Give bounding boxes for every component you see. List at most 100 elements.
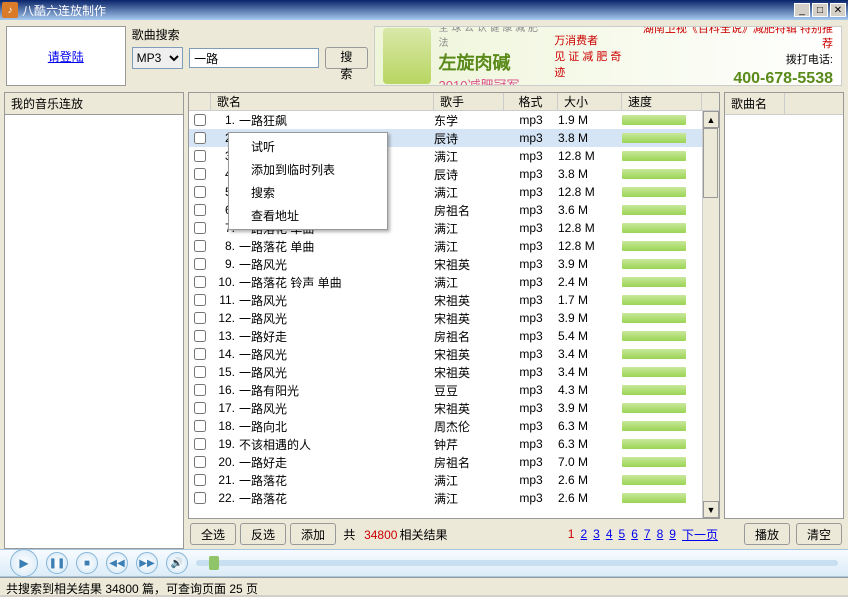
context-menu-item[interactable]: 添加到临时列表 (231, 158, 385, 181)
col-singer[interactable]: 歌手 (434, 93, 504, 110)
seek-slider[interactable] (196, 560, 838, 566)
row-checkbox[interactable] (194, 222, 206, 234)
vertical-scrollbar[interactable]: ▲ ▼ (702, 111, 719, 518)
col-name[interactable]: 歌名 (211, 93, 434, 110)
table-row[interactable]: 1.一路狂飙东学mp31.9 M (189, 111, 702, 129)
next-icon[interactable]: ▶▶ (136, 552, 158, 574)
table-row[interactable]: 13.一路好走房祖名mp35.4 M (189, 327, 702, 345)
row-checkbox[interactable] (194, 258, 206, 270)
table-row[interactable]: 9.一路风光宋祖英mp33.9 M (189, 255, 702, 273)
ad-banner[interactable]: 全 球 公 认 健 康 减 肥 法 左旋肉碱 2010减肥冠军 万消费者 见 证… (374, 26, 842, 86)
page-link[interactable]: 5 (619, 527, 626, 541)
table-row[interactable]: 21.一路落花满江mp32.6 M (189, 471, 702, 489)
row-checkbox[interactable] (194, 366, 206, 378)
speed-bar (622, 295, 686, 305)
stop-icon[interactable]: ■ (76, 552, 98, 574)
table-row[interactable]: 8.一路落花 单曲满江mp312.8 M (189, 237, 702, 255)
player-bar: ▶ ❚❚ ■ ◀◀ ▶▶ 🔊 (0, 549, 848, 577)
next-page-link[interactable]: 下一页 (682, 526, 718, 543)
row-checkbox[interactable] (194, 420, 206, 432)
table-row[interactable]: 18.一路向北周杰伦mp36.3 M (189, 417, 702, 435)
window-controls: _ □ ✕ (794, 3, 846, 17)
page-link[interactable]: 8 (657, 527, 664, 541)
table-row[interactable]: 12.一路风光宋祖英mp33.9 M (189, 309, 702, 327)
select-all-button[interactable]: 全选 (190, 523, 236, 545)
row-checkbox[interactable] (194, 276, 206, 288)
row-checkbox[interactable] (194, 438, 206, 450)
row-format: mp3 (504, 473, 558, 487)
row-name: 一路风光 (239, 292, 434, 309)
col-format[interactable]: 格式 (504, 93, 558, 110)
row-format: mp3 (504, 293, 558, 307)
play-button[interactable]: 播放 (744, 523, 790, 545)
minimize-button[interactable]: _ (794, 3, 810, 17)
format-select[interactable]: MP3 (132, 47, 184, 69)
row-size: 3.9 M (558, 401, 622, 415)
volume-icon[interactable]: 🔊 (166, 552, 188, 574)
page-link[interactable]: 6 (631, 527, 638, 541)
table-row[interactable]: 11.一路风光宋祖英mp31.7 M (189, 291, 702, 309)
row-checkbox[interactable] (194, 186, 206, 198)
table-row[interactable]: 10.一路落花 铃声 单曲满江mp32.4 M (189, 273, 702, 291)
search-input[interactable] (189, 48, 319, 68)
row-checkbox[interactable] (194, 114, 206, 126)
queue-col-name: 歌曲名 (725, 93, 785, 114)
context-menu-item[interactable]: 试听 (231, 135, 385, 158)
add-button[interactable]: 添加 (290, 523, 336, 545)
row-checkbox[interactable] (194, 402, 206, 414)
row-checkbox[interactable] (194, 294, 206, 306)
page-link[interactable]: 1 (568, 527, 575, 541)
table-row[interactable]: 20.一路好走房祖名mp37.0 M (189, 453, 702, 471)
row-checkbox[interactable] (194, 456, 206, 468)
row-name: 一路落花 单曲 (239, 238, 434, 255)
row-checkbox[interactable] (194, 492, 206, 504)
invert-select-button[interactable]: 反选 (240, 523, 286, 545)
scroll-thumb[interactable] (703, 128, 718, 198)
speed-bar (622, 151, 686, 161)
search-button[interactable]: 搜索 (325, 47, 368, 69)
context-menu: 试听添加到临时列表搜索查看地址 (228, 132, 388, 230)
row-checkbox[interactable] (194, 384, 206, 396)
row-checkbox[interactable] (194, 168, 206, 180)
row-format: mp3 (504, 455, 558, 469)
row-checkbox[interactable] (194, 312, 206, 324)
row-checkbox[interactable] (194, 132, 206, 144)
page-link[interactable]: 9 (669, 527, 676, 541)
row-checkbox[interactable] (194, 474, 206, 486)
row-singer: 宋祖英 (434, 256, 504, 273)
page-link[interactable]: 7 (644, 527, 651, 541)
page-link[interactable]: 4 (606, 527, 613, 541)
play-icon[interactable]: ▶ (10, 549, 38, 577)
login-link[interactable]: 请登陆 (48, 48, 84, 65)
close-button[interactable]: ✕ (830, 3, 846, 17)
table-row[interactable]: 15.一路风光宋祖英mp33.4 M (189, 363, 702, 381)
scroll-up-icon[interactable]: ▲ (703, 111, 719, 128)
seek-knob[interactable] (209, 556, 219, 570)
prev-icon[interactable]: ◀◀ (106, 552, 128, 574)
table-row[interactable]: 22.一路落花满江mp32.6 M (189, 489, 702, 507)
row-checkbox[interactable] (194, 240, 206, 252)
table-row[interactable]: 19.不该相遇的人钟芹mp36.3 M (189, 435, 702, 453)
row-format: mp3 (504, 221, 558, 235)
col-size[interactable]: 大小 (558, 93, 622, 110)
page-link[interactable]: 2 (580, 527, 587, 541)
row-checkbox[interactable] (194, 150, 206, 162)
col-speed[interactable]: 速度 (622, 93, 702, 110)
row-name: 一路风光 (239, 346, 434, 363)
context-menu-item[interactable]: 查看地址 (231, 204, 385, 227)
row-checkbox[interactable] (194, 204, 206, 216)
row-singer: 东学 (434, 112, 504, 129)
table-row[interactable]: 14.一路风光宋祖英mp33.4 M (189, 345, 702, 363)
table-row[interactable]: 17.一路风光宋祖英mp33.9 M (189, 399, 702, 417)
scroll-down-icon[interactable]: ▼ (703, 501, 719, 518)
row-checkbox[interactable] (194, 348, 206, 360)
table-row[interactable]: 16.一路有阳光豆豆mp34.3 M (189, 381, 702, 399)
row-checkbox[interactable] (194, 330, 206, 342)
context-menu-item[interactable]: 搜索 (231, 181, 385, 204)
maximize-button[interactable]: □ (812, 3, 828, 17)
row-size: 12.8 M (558, 221, 622, 235)
pause-icon[interactable]: ❚❚ (46, 552, 68, 574)
page-link[interactable]: 3 (593, 527, 600, 541)
row-singer: 辰诗 (434, 130, 504, 147)
clear-button[interactable]: 清空 (796, 523, 842, 545)
